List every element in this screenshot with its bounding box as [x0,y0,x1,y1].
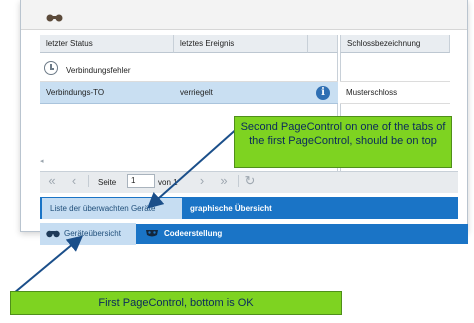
last-page-icon[interactable]: » [218,173,230,189]
window-top-toolbar [21,0,467,30]
cell-event: verriegelt [180,88,213,97]
annotation-callout-top: Second PageControl on one of the tabs of… [234,116,452,168]
column-header-last-event[interactable]: letztes Ereignis [174,35,308,53]
column-header-last-status[interactable]: letzter Status [40,35,174,53]
cell-lock-name: Musterschloss [346,88,398,97]
annotation-callout-bottom: First PageControl, bottom is OK [10,291,342,315]
next-page-icon[interactable]: › [196,173,208,189]
group-label: Verbindungsfehler [66,66,131,75]
page-number-input[interactable]: 1 [127,174,155,188]
clock-icon [44,61,58,75]
tab-graphic-overview[interactable]: graphische Übersicht [184,198,288,219]
binoculars-icon[interactable] [46,14,64,22]
cell-status: Verbindungs-TO [46,88,105,97]
refresh-icon[interactable]: ↻ [244,173,256,189]
pager-separator [238,175,239,187]
first-page-icon[interactable]: « [46,173,58,189]
column-header-info[interactable] [308,35,338,53]
page-count-label: von 1 [158,178,178,187]
tab-device-list[interactable]: Liste der überwachten Geräte [42,198,182,219]
page-label: Seite [98,178,117,187]
binoculars-icon [46,230,60,238]
scroll-left-arrow-icon[interactable]: ◂ [40,157,54,165]
info-icon[interactable]: i [316,86,330,100]
arrow-to-outer-tabs [13,235,84,294]
previous-page-icon[interactable]: ‹ [68,173,80,189]
column-header-lock-name[interactable]: Schlossbezeichnung [340,35,450,53]
mask-icon [146,230,158,237]
pager-separator [88,175,89,187]
